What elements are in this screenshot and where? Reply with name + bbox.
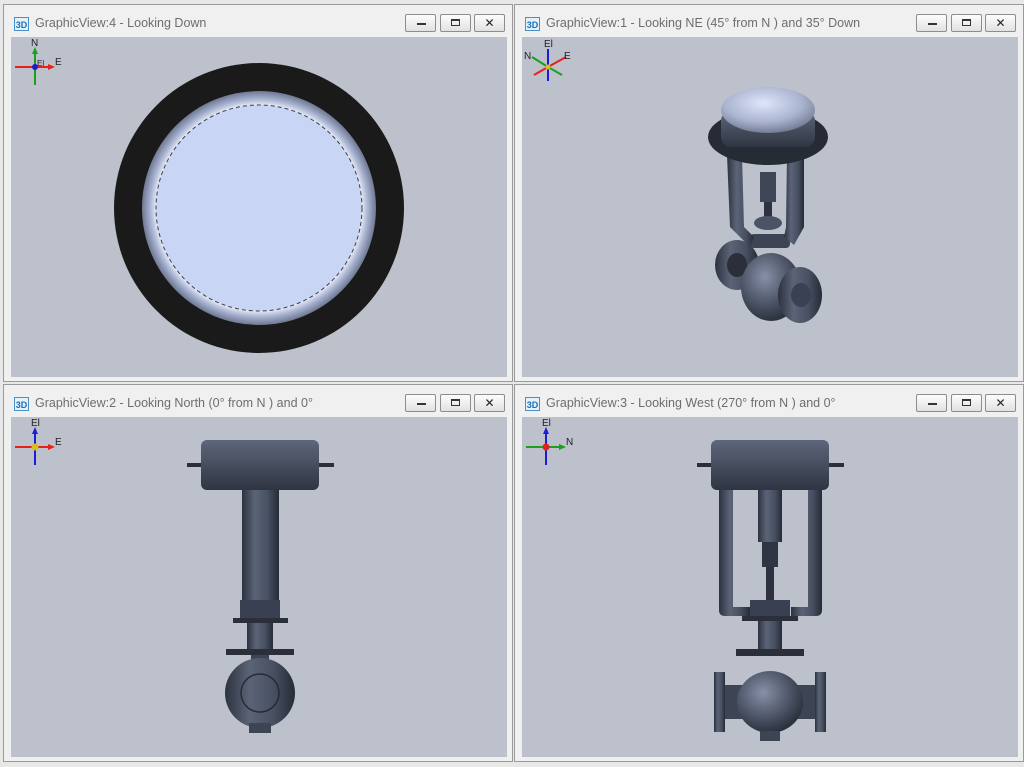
outlet-flange [225,658,295,728]
minimize-icon [417,23,426,25]
minimize-button[interactable] [405,14,436,32]
graphic-view-2-pane: 3D GraphicView:2 - Looking North (0° fro… [3,384,513,762]
graphic-viewport[interactable]: N E El [11,37,507,377]
graphic-view-4-pane: 3D GraphicView:4 - Looking Down ✕ N E El [3,4,513,382]
cap-top-disc [155,104,363,312]
yoke-right [784,155,804,245]
bonnet-flange [233,618,288,623]
graphic-view-1-pane: 3D GraphicView:1 - Looking NE (45° from … [514,4,1024,382]
minimize-icon [928,403,937,405]
view-titlebar[interactable]: 3D GraphicView:3 - Looking West (270° fr… [515,385,1023,415]
3d-view-icon: 3D [525,17,540,31]
axis-triad-icon: El N E [524,39,571,81]
axis-label-left: N [524,51,531,62]
axis-label-right: E [55,57,62,68]
close-button[interactable]: ✕ [985,14,1016,32]
axis-triad-icon: El E [15,418,62,465]
actuator-cap [201,440,319,490]
close-button[interactable]: ✕ [985,394,1016,412]
valve-top-view [114,63,404,353]
axis-triad-icon: El N [526,418,573,465]
close-button[interactable]: ✕ [474,394,505,412]
close-icon: ✕ [995,396,1006,410]
3d-view-icon: 3D [525,397,540,411]
restore-icon [962,19,971,26]
valve-body [737,671,803,733]
view-titlebar[interactable]: 3D GraphicView:4 - Looking Down ✕ [4,5,512,35]
axis-label-right: E [564,51,571,62]
minimize-icon [417,403,426,405]
restore-button[interactable] [440,394,471,412]
axis-label-up: N [31,38,38,49]
axis-label-right: E [55,437,62,448]
view-title: GraphicView:2 - Looking North (0° from N… [35,396,313,410]
valve-west-view [697,440,844,741]
actuator-cap [711,440,829,490]
minimize-icon [928,23,937,25]
view-titlebar[interactable]: 3D GraphicView:1 - Looking NE (45° from … [515,5,1023,35]
view-title: GraphicView:3 - Looking West (270° from … [546,396,836,410]
bonnet [247,623,273,649]
axis-label-up: El [544,39,553,50]
minimize-button[interactable] [916,394,947,412]
view-title: GraphicView:1 - Looking NE (45° from N )… [546,16,861,30]
axis-label-right: N [566,437,573,448]
bonnet-flange [742,616,798,621]
bonnet [750,234,790,248]
graphic-viewport[interactable]: El N E [522,37,1018,377]
graphic-viewport[interactable]: El N [522,417,1018,757]
close-button[interactable]: ✕ [474,14,505,32]
actuator-stem [766,567,774,600]
actuator-cap [721,87,815,133]
inlet-flange [714,672,725,732]
restore-button[interactable] [951,14,982,32]
actuator-stem-upper [758,490,782,542]
axis-label-center: El [37,59,44,68]
minimize-button[interactable] [405,394,436,412]
minimize-button[interactable] [916,14,947,32]
actuator-stem-upper [760,172,776,202]
close-icon: ✕ [995,16,1006,30]
restore-icon [451,19,460,26]
3d-view-icon: 3D [14,397,29,411]
graphic-viewport[interactable]: El E [11,417,507,757]
yoke-left [719,490,750,616]
close-icon: ✕ [484,396,495,410]
yoke-right [791,490,822,616]
restore-button[interactable] [951,394,982,412]
restore-icon [451,399,460,406]
valve-north-view [187,440,334,733]
valve-isometric-view [708,87,828,323]
restore-icon [962,399,971,406]
restore-button[interactable] [440,14,471,32]
yoke [242,490,279,600]
view-title: GraphicView:4 - Looking Down [35,16,207,30]
close-icon: ✕ [484,16,495,30]
outlet-flange [815,672,826,732]
stem-connector [754,216,782,230]
axis-triad-icon: N E El [15,38,62,85]
axis-label-up: El [542,418,551,429]
axis-label-up: El [31,418,40,429]
yoke-left [727,155,754,247]
3d-view-icon: 3D [14,17,29,31]
view-titlebar[interactable]: 3D GraphicView:2 - Looking North (0° fro… [4,385,512,415]
bonnet [758,621,782,649]
graphic-view-3-pane: 3D GraphicView:3 - Looking West (270° fr… [514,384,1024,762]
